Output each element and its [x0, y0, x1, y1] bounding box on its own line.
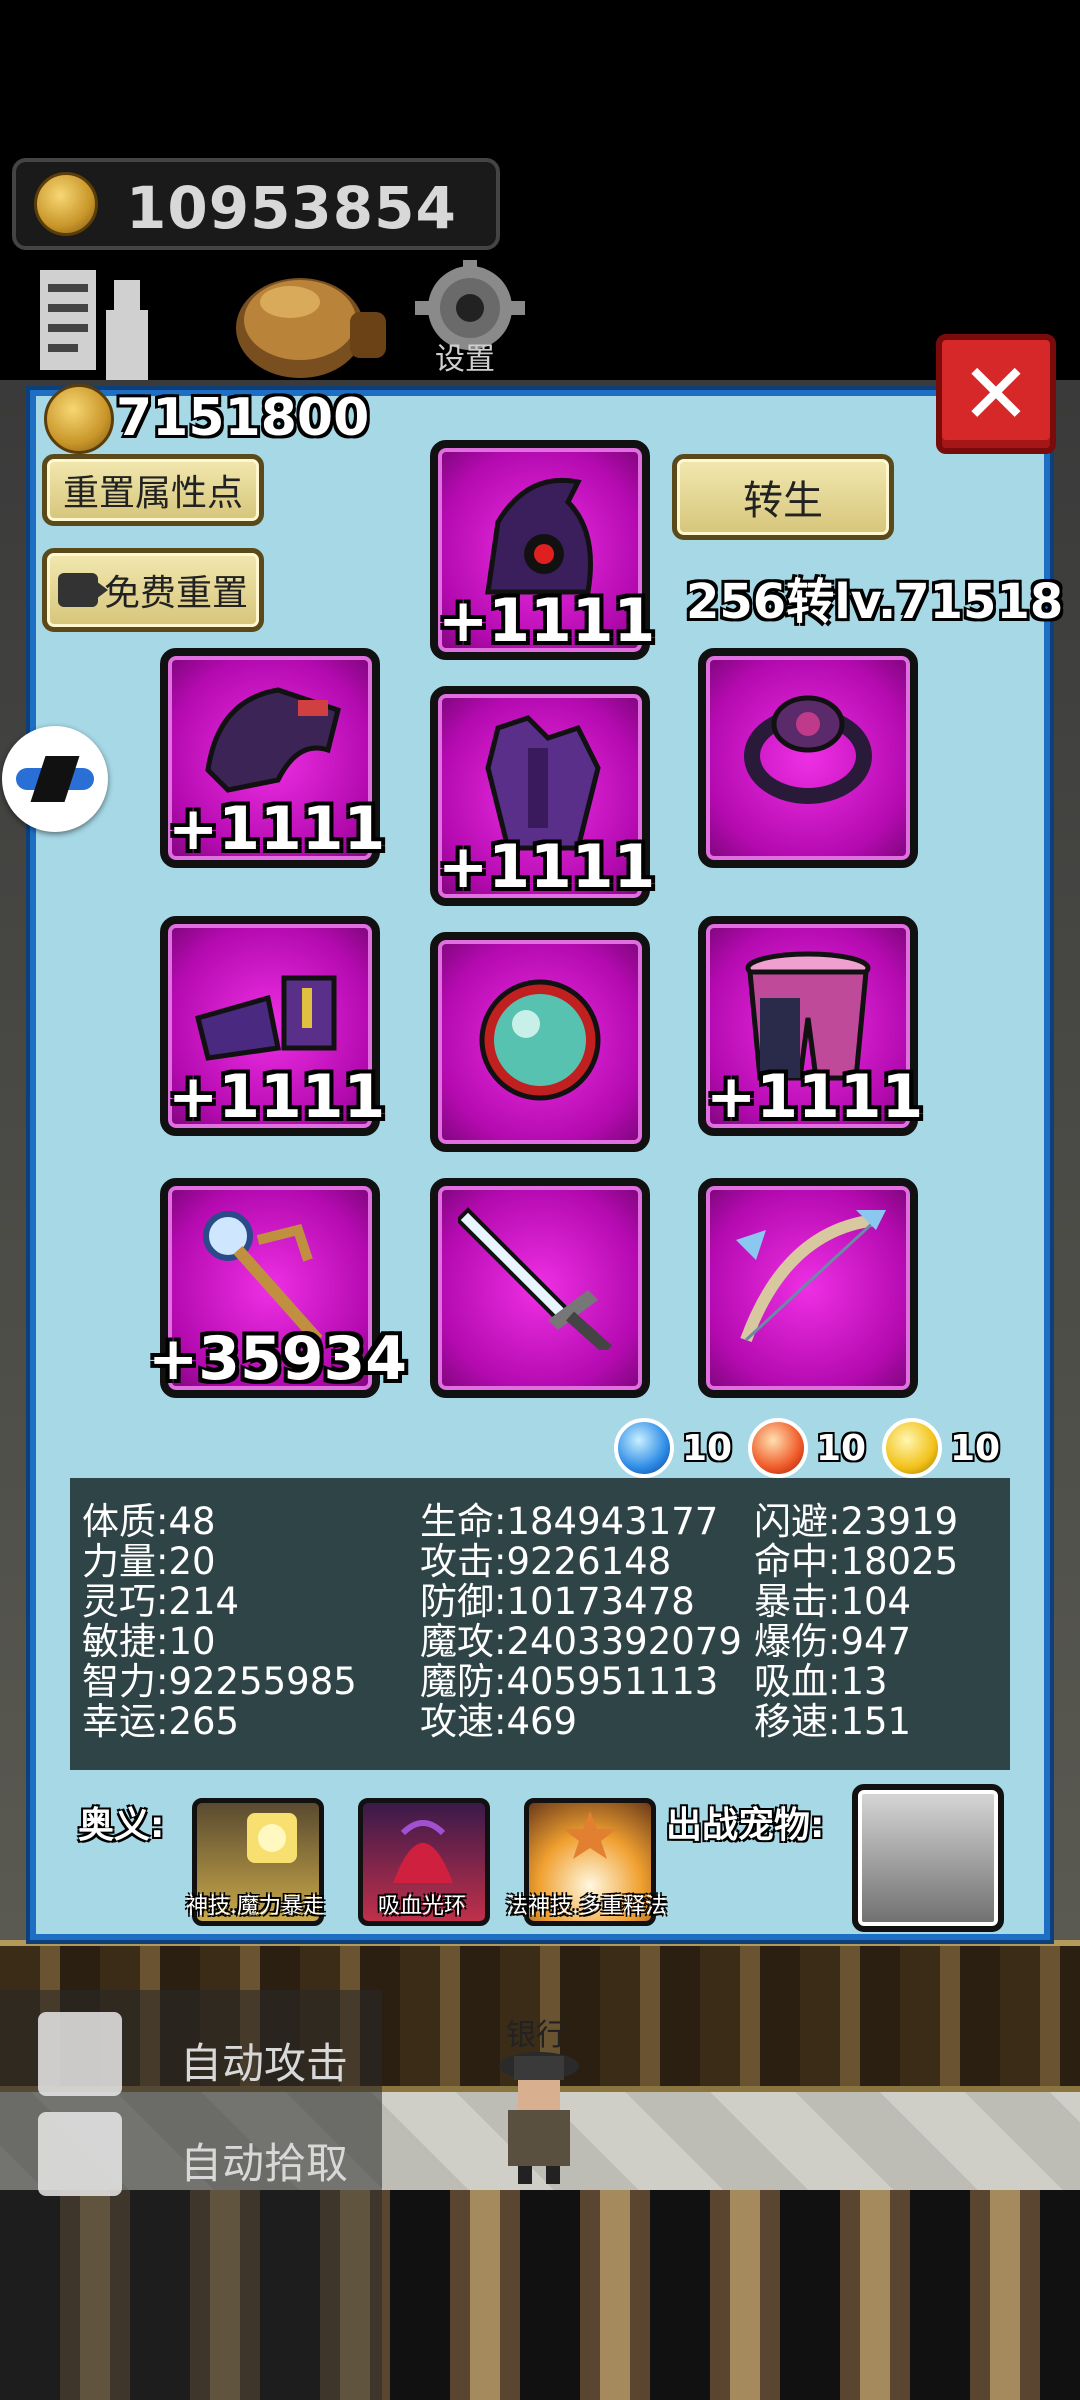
quest-list-icon[interactable] — [40, 270, 170, 380]
coin-icon — [34, 172, 98, 236]
equip-slot-armor[interactable]: +1111 — [430, 686, 656, 906]
floating-assist-button[interactable] — [2, 726, 108, 832]
stat-attack: 攻击:9226148 — [420, 1540, 672, 1583]
auto-attack-label: 自动攻击 — [180, 2039, 349, 2088]
equip-slot-helmet[interactable]: +1111 — [430, 440, 656, 660]
bag-icon[interactable] — [230, 262, 390, 382]
rebirth-button[interactable]: 转生 — [672, 454, 894, 540]
skill-name-1: 神技.魔力暴走 — [186, 1894, 325, 1919]
equip-slot-amulet[interactable] — [430, 932, 650, 1152]
combat-stats-column: 生命:184943177 攻击:9226148 防御:10173478 魔攻:2… — [420, 1502, 742, 1742]
stat-intelligence: 智力:92255985 — [82, 1660, 357, 1703]
fire-gem-icon — [748, 1418, 808, 1478]
free-reset-label: 免费重置 — [103, 573, 248, 614]
stat-hit: 命中:18025 — [754, 1540, 959, 1583]
reset-attributes-button[interactable]: 重置属性点 — [42, 454, 264, 526]
close-button[interactable]: ✕ — [936, 334, 1056, 454]
equip-slot-staff[interactable]: +35934 — [148, 1178, 407, 1398]
equip-slot-pants[interactable]: +1111 — [698, 916, 924, 1136]
top-gold-amount: 10953854 — [126, 174, 457, 242]
stat-agility: 敏捷:10 — [82, 1620, 216, 1663]
bow-icon — [736, 1210, 886, 1343]
video-ad-icon — [57, 573, 108, 607]
base-stats-column: 体质:48 力量:20 灵巧:214 敏捷:10 智力:92255985 幸运:… — [82, 1502, 357, 1742]
panel-coin-icon — [44, 384, 114, 454]
auto-pickup-checkbox[interactable] — [38, 2112, 122, 2196]
rebirth-level: 256转lv.71518 — [686, 574, 1064, 630]
stat-strength: 力量:20 — [82, 1540, 216, 1583]
equip-slot-bow[interactable] — [698, 1178, 918, 1398]
lightning-gem-icon — [882, 1418, 942, 1478]
lightning-gem-count: 10 — [950, 1428, 1001, 1469]
stats-panel: 体质:48 力量:20 灵巧:214 敏捷:10 智力:92255985 幸运:… — [70, 1478, 1010, 1770]
sword-icon — [458, 1207, 613, 1350]
auto-attack-checkbox[interactable] — [38, 2012, 122, 2096]
reset-attributes-label: 重置属性点 — [62, 473, 243, 514]
panel-gold-amount: 7151800 — [116, 388, 370, 448]
gloves-level: +1111 — [168, 794, 386, 864]
settings-label: 设置 — [435, 342, 495, 377]
stat-magic-attack: 魔攻:2403392079 — [420, 1620, 742, 1663]
armor-level: +1111 — [438, 832, 656, 902]
rebirth-label: 转生 — [743, 478, 823, 524]
stat-defense: 防御:10173478 — [420, 1580, 695, 1623]
stat-luck: 幸运:265 — [82, 1700, 240, 1743]
multi-cast-icon — [563, 1811, 617, 1859]
equip-slot-gloves[interactable]: +1111 — [160, 648, 386, 868]
stat-lifesteal: 吸血:13 — [754, 1660, 888, 1703]
water-gem-count: 10 — [682, 1428, 733, 1469]
water-gem-icon — [614, 1418, 674, 1478]
staff-level: +35934 — [148, 1324, 408, 1394]
stat-magic-defense: 魔防:405951113 — [420, 1660, 719, 1703]
bank-npc[interactable] — [484, 2044, 594, 2184]
helmet-level: +1111 — [438, 586, 656, 656]
stat-dexterity: 灵巧:214 — [82, 1580, 240, 1623]
skill-name-3: 法神技.多重释法 — [506, 1894, 667, 1919]
auto-pickup-label: 自动拾取 — [180, 2139, 349, 2188]
pants-level: +1111 — [706, 1062, 924, 1132]
pet-slot[interactable] — [852, 1784, 1004, 1932]
free-reset-button[interactable]: 免费重置 — [42, 548, 264, 632]
secondary-stats-column: 闪避:23919 命中:18025 暴击:104 爆伤:947 吸血:13 移速… — [754, 1502, 958, 1742]
top-gold-bar: 10953854 — [12, 158, 500, 250]
stat-move-speed: 移速:151 — [754, 1700, 912, 1743]
close-icon: ✕ — [960, 345, 1032, 443]
orb-amulet-icon — [479, 979, 601, 1101]
equip-slot-ring[interactable] — [698, 648, 918, 868]
stat-attack-speed: 攻速:469 — [420, 1700, 578, 1743]
ring-icon — [744, 695, 872, 804]
skills-label: 奥义: — [78, 1805, 165, 1846]
stat-dodge: 闪避:23919 — [754, 1500, 959, 1543]
fire-gem-count: 10 — [816, 1428, 867, 1469]
stat-crit: 暴击:104 — [754, 1580, 912, 1623]
vampire-aura-icon — [393, 1820, 453, 1883]
skill-name-2: 吸血光环 — [378, 1894, 467, 1919]
stat-hp: 生命:184943177 — [420, 1500, 719, 1543]
pet-label: 出战宠物: — [666, 1805, 825, 1846]
equip-slot-sword[interactable] — [430, 1178, 650, 1398]
boots-level: +1111 — [168, 1062, 386, 1132]
stat-constitution: 体质:48 — [82, 1500, 216, 1543]
stat-crit-damage: 爆伤:947 — [754, 1620, 912, 1663]
magic-burst-icon — [247, 1813, 297, 1863]
equip-slot-boots[interactable]: +1111 — [160, 916, 386, 1136]
